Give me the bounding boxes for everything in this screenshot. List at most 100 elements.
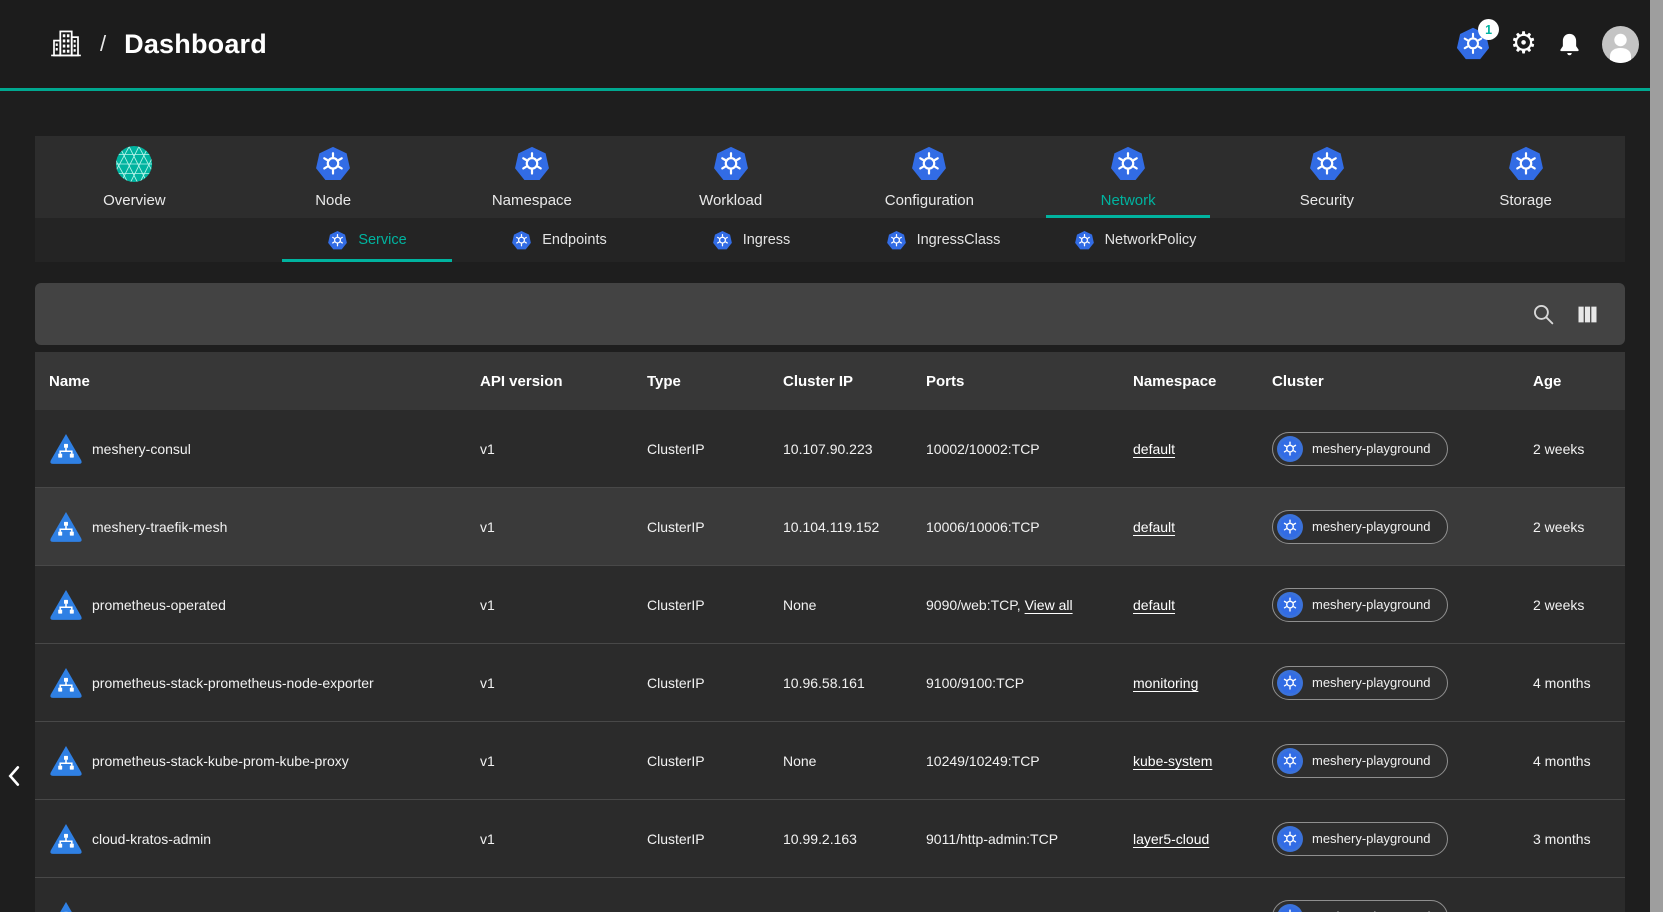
namespace-link[interactable]: meshery- bbox=[1133, 909, 1191, 912]
organization-building-icon[interactable] bbox=[50, 29, 82, 59]
kubernetes-icon bbox=[1308, 145, 1346, 183]
column-header[interactable]: Cluster IP bbox=[783, 373, 926, 390]
ports-value: 10249/10249:TCP bbox=[926, 753, 1040, 769]
kubernetes-service-icon bbox=[48, 588, 84, 622]
user-avatar[interactable] bbox=[1602, 26, 1639, 63]
name-cell: meshery-consul bbox=[35, 432, 480, 466]
table-row[interactable]: prometheus-operated v1 ClusterIP None 90… bbox=[35, 566, 1625, 644]
table-row[interactable]: cloud-kratos-admin v1 ClusterIP 10.99.2.… bbox=[35, 800, 1625, 878]
subtab[interactable]: Service bbox=[271, 218, 463, 262]
subtab-label: Endpoints bbox=[542, 232, 607, 248]
kubernetes-icon bbox=[886, 230, 907, 251]
cluster-chip[interactable]: meshery-playground bbox=[1272, 744, 1448, 778]
namespace-link[interactable]: default bbox=[1133, 597, 1175, 613]
table-row[interactable]: meshery- meshery-playground bbox=[35, 878, 1625, 912]
settings-gear-icon[interactable]: ⚙ bbox=[1510, 29, 1537, 59]
page-title: Dashboard bbox=[124, 29, 267, 60]
resource-tab[interactable]: Security bbox=[1228, 136, 1427, 218]
subtab[interactable]: IngressClass bbox=[847, 218, 1039, 262]
table-row[interactable]: meshery-traefik-mesh v1 ClusterIP 10.104… bbox=[35, 488, 1625, 566]
resource-tab[interactable]: Overview bbox=[35, 136, 234, 218]
ports-cell: 10249/10249:TCP bbox=[926, 753, 1133, 769]
resource-tab[interactable]: Storage bbox=[1426, 136, 1625, 218]
cluster-chip[interactable]: meshery-playground bbox=[1272, 588, 1448, 622]
network-subtabs: Service Endpoints Ingress IngressClass N… bbox=[35, 218, 1625, 262]
resource-tab[interactable]: Namespace bbox=[433, 136, 632, 218]
column-header[interactable]: Ports bbox=[926, 373, 1133, 390]
table-row[interactable]: prometheus-stack-prometheus-node-exporte… bbox=[35, 644, 1625, 722]
namespace-link[interactable]: kube-system bbox=[1133, 753, 1212, 769]
view-columns-button[interactable] bbox=[1574, 301, 1601, 328]
namespace-link[interactable]: default bbox=[1133, 519, 1175, 535]
resource-tab[interactable]: Node bbox=[234, 136, 433, 218]
cluster-cell: meshery-playground bbox=[1272, 510, 1533, 544]
ports-value: 9011/http-admin:TCP bbox=[926, 831, 1058, 847]
resource-tab[interactable]: Network bbox=[1029, 136, 1228, 218]
view-all-link[interactable]: View all bbox=[1025, 597, 1073, 613]
namespace-link[interactable]: monitoring bbox=[1133, 675, 1198, 691]
subtab-label: Service bbox=[358, 232, 406, 248]
cluster-chip[interactable]: meshery-playground bbox=[1272, 822, 1448, 856]
kubernetes-context-switcher[interactable]: 1 bbox=[1455, 26, 1491, 62]
app-header: / Dashboard 1 ⚙ bbox=[0, 0, 1663, 88]
subtab[interactable]: Endpoints bbox=[463, 218, 655, 262]
person-icon bbox=[1602, 26, 1639, 63]
cluster-cell: meshery-playground bbox=[1272, 588, 1533, 622]
column-header[interactable]: Name bbox=[35, 373, 480, 390]
cluster-chip[interactable]: meshery-playground bbox=[1272, 510, 1448, 544]
cluster-ip-cell: 10.104.119.152 bbox=[783, 519, 926, 535]
kubernetes-icon bbox=[513, 145, 551, 183]
cluster-ip-cell: 10.96.58.161 bbox=[783, 675, 926, 691]
resource-tab-label: Node bbox=[315, 192, 351, 209]
service-name: meshery-consul bbox=[92, 441, 191, 457]
cluster-cell: meshery-playground bbox=[1272, 744, 1533, 778]
namespace-link[interactable]: default bbox=[1133, 441, 1175, 457]
namespace-cell: default bbox=[1133, 597, 1272, 613]
table-row[interactable]: prometheus-stack-kube-prom-kube-proxy v1… bbox=[35, 722, 1625, 800]
cluster-chip[interactable]: meshery-playground bbox=[1272, 432, 1448, 466]
type-cell: ClusterIP bbox=[647, 753, 783, 769]
ports-cell: 9011/http-admin:TCP bbox=[926, 831, 1133, 847]
cluster-cell: meshery-playground bbox=[1272, 822, 1533, 856]
search-button[interactable] bbox=[1531, 302, 1556, 327]
kubernetes-icon bbox=[1277, 670, 1303, 696]
resource-tab[interactable]: Configuration bbox=[830, 136, 1029, 218]
resource-tab[interactable]: Workload bbox=[631, 136, 830, 218]
name-cell: prometheus-stack-kube-prom-kube-proxy bbox=[35, 744, 480, 778]
ports-value: 10002/10002:TCP bbox=[926, 441, 1040, 457]
age-cell: 4 months bbox=[1533, 675, 1625, 691]
column-header[interactable]: Namespace bbox=[1133, 373, 1272, 390]
cluster-name: meshery-playground bbox=[1312, 831, 1431, 846]
column-header[interactable]: Cluster bbox=[1272, 373, 1533, 390]
kubernetes-icon bbox=[511, 230, 532, 251]
ports-value: 9090/web:TCP, bbox=[926, 597, 1021, 613]
column-header[interactable]: Type bbox=[647, 373, 783, 390]
kubernetes-icon bbox=[1277, 904, 1303, 912]
vertical-scrollbar[interactable] bbox=[1650, 0, 1663, 912]
table-toolbar bbox=[35, 283, 1625, 345]
table-row[interactable]: meshery-consul v1 ClusterIP 10.107.90.22… bbox=[35, 410, 1625, 488]
cluster-chip[interactable]: meshery-playground bbox=[1272, 900, 1448, 912]
kubernetes-icon bbox=[1277, 826, 1303, 852]
name-cell bbox=[35, 900, 480, 912]
notifications-bell-icon[interactable] bbox=[1556, 31, 1583, 58]
api-version-cell: v1 bbox=[480, 675, 647, 691]
collapse-panel-button[interactable] bbox=[2, 758, 24, 794]
age-cell: 3 months bbox=[1533, 831, 1625, 847]
namespace-link[interactable]: layer5-cloud bbox=[1133, 831, 1209, 847]
kubernetes-service-icon bbox=[48, 432, 84, 466]
cluster-name: meshery-playground bbox=[1312, 675, 1431, 690]
subtab[interactable]: Ingress bbox=[655, 218, 847, 262]
resource-tab-label: Workload bbox=[699, 192, 762, 209]
column-header[interactable]: Age bbox=[1533, 373, 1625, 390]
ports-cell: 10002/10002:TCP bbox=[926, 441, 1133, 457]
cluster-chip[interactable]: meshery-playground bbox=[1272, 666, 1448, 700]
column-header[interactable]: API version bbox=[480, 373, 647, 390]
namespace-cell: monitoring bbox=[1133, 675, 1272, 691]
cluster-ip-cell: 10.99.2.163 bbox=[783, 831, 926, 847]
subtab[interactable]: NetworkPolicy bbox=[1039, 218, 1231, 262]
namespace-cell: default bbox=[1133, 441, 1272, 457]
cluster-name: meshery-playground bbox=[1312, 597, 1431, 612]
ports-value: 10006/10006:TCP bbox=[926, 519, 1040, 535]
breadcrumb-separator: / bbox=[100, 31, 106, 57]
